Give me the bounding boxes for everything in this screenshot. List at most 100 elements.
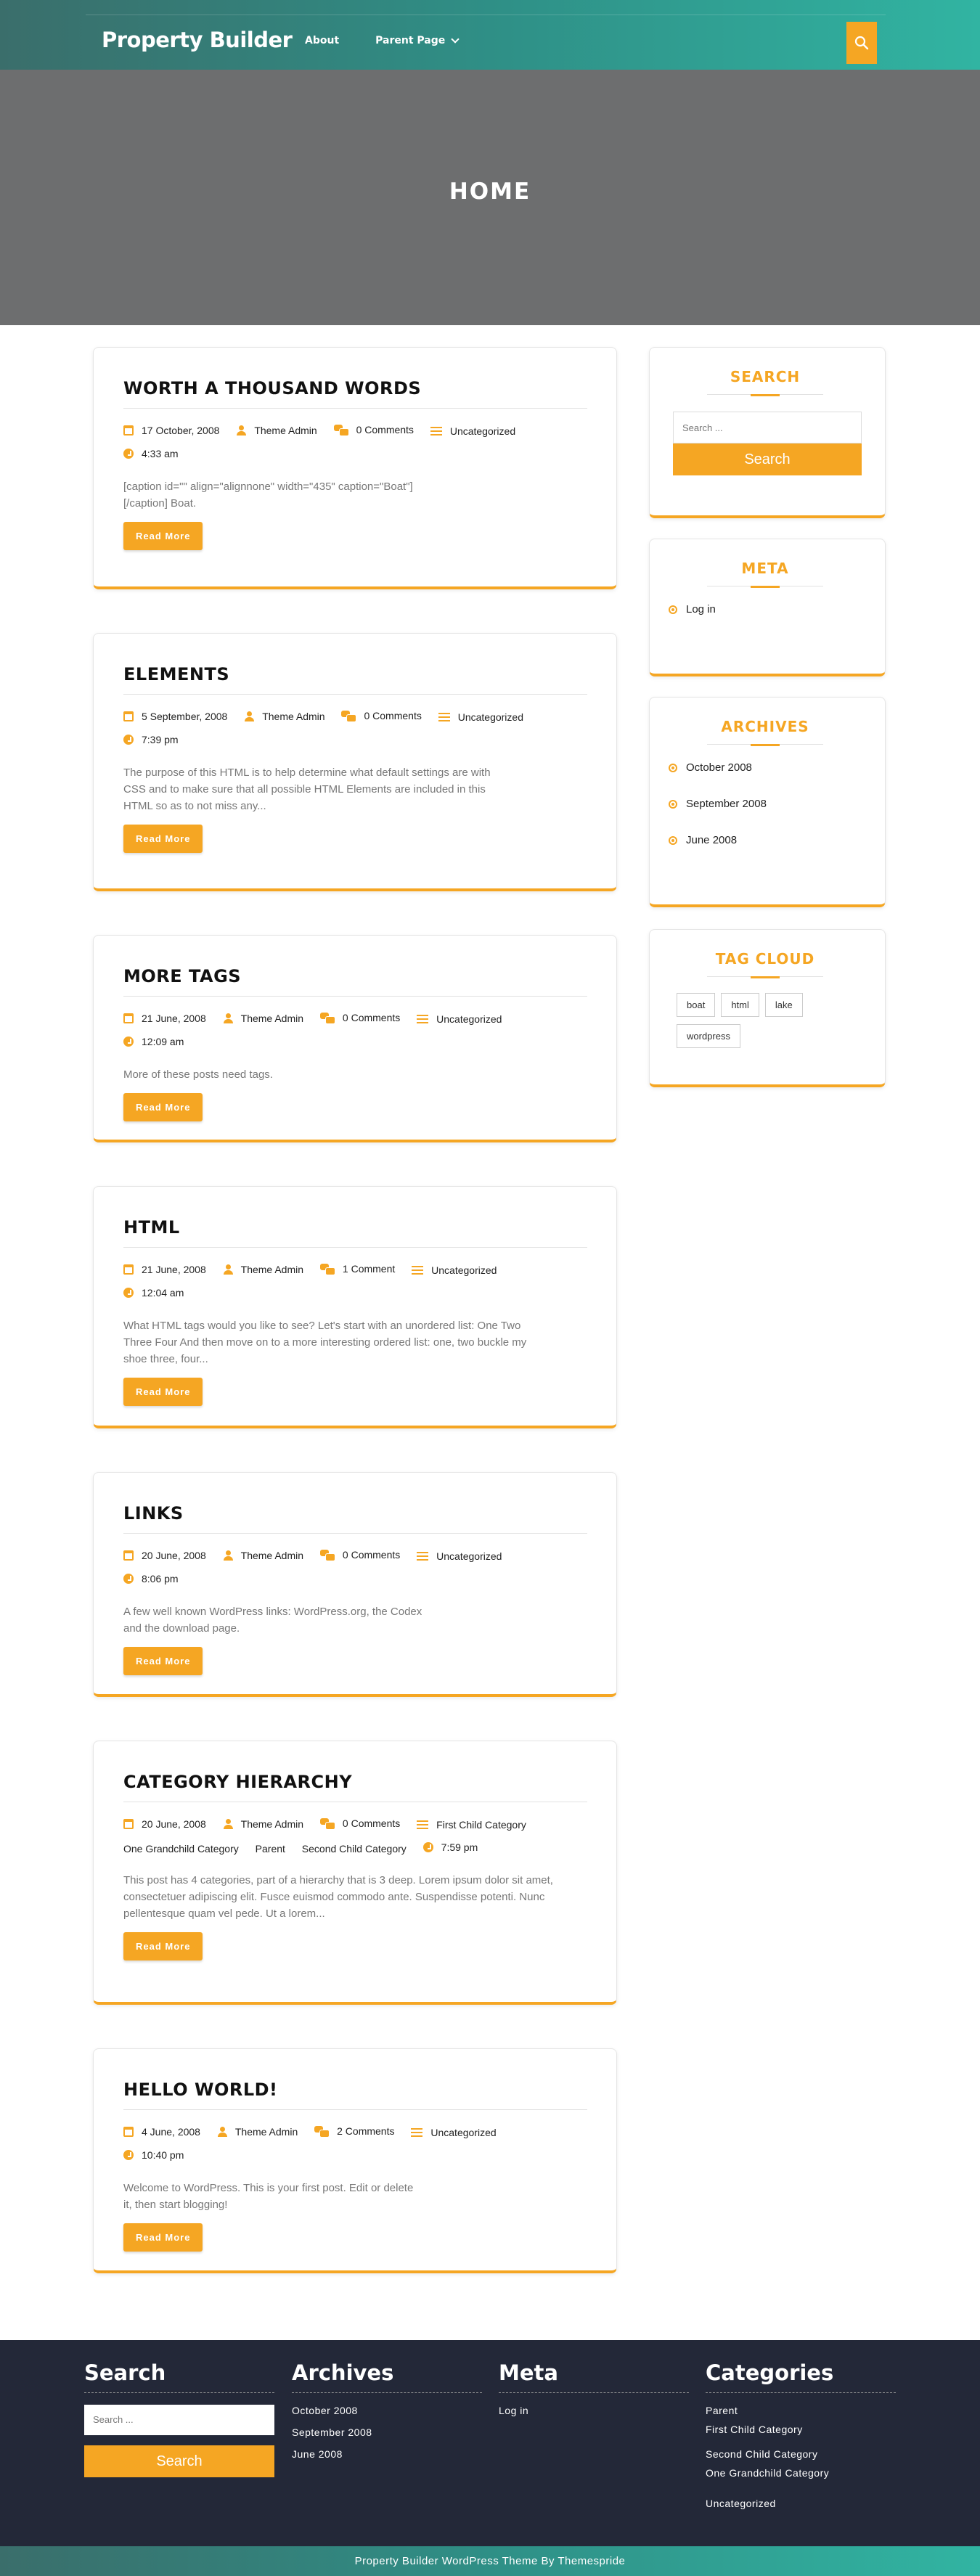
comments-icon — [319, 1263, 335, 1275]
post-comments[interactable]: 0 Comments — [343, 1812, 400, 1834]
post-date[interactable]: 17 October, 2008 — [142, 420, 219, 441]
category-link[interactable]: One Grandchild Category — [706, 2467, 829, 2479]
archive-link[interactable]: June 2008 — [686, 833, 737, 848]
sidebar-search-button[interactable]: Search — [673, 443, 862, 475]
post-excerpt: What HTML tags would you like to see? Le… — [123, 1319, 527, 1365]
sidebar-search-input[interactable]: Search ... — [673, 412, 862, 443]
post-comments[interactable]: 0 Comments — [364, 705, 421, 727]
post-author[interactable]: Theme Admin — [235, 2121, 298, 2143]
comments-icon — [319, 1549, 335, 1561]
post-category[interactable]: Uncategorized — [430, 2122, 496, 2143]
post-divider — [123, 408, 587, 409]
post-comments[interactable]: 0 Comments — [343, 1544, 400, 1566]
post-comments[interactable]: 1 Comment — [343, 1258, 395, 1280]
post-category[interactable]: One Grandchild Category — [123, 1838, 239, 1860]
calendar-icon — [123, 1264, 134, 1275]
post-author[interactable]: Theme Admin — [262, 706, 324, 727]
footer-search-button[interactable]: Search — [84, 2445, 274, 2477]
read-more-button[interactable]: Read More — [123, 521, 203, 550]
archive-link[interactable]: October 2008 — [686, 761, 752, 775]
comments-icon — [314, 2125, 330, 2138]
tag-cloud-widget: TAG CLOUD boat html lake wordpress — [649, 929, 886, 1087]
archives-widget: ARCHIVES October 2008 September 2008 Jun… — [649, 697, 886, 907]
post-meta: 17 October, 2008 Theme Admin 0 Comments … — [123, 419, 581, 466]
site-brand-link[interactable]: Property Builder — [102, 28, 293, 52]
post-date[interactable]: 21 June, 2008 — [142, 1259, 206, 1280]
archive-link[interactable]: September 2008 — [686, 797, 767, 811]
archive-link[interactable]: September 2008 — [292, 2426, 372, 2438]
post-card: LINKS 20 June, 2008 Theme Admin 0 Commen… — [93, 1472, 617, 1697]
post-category[interactable]: Uncategorized — [431, 1259, 497, 1281]
post-category[interactable]: Uncategorized — [458, 706, 523, 728]
post-author[interactable]: Theme Admin — [241, 1259, 303, 1280]
footer-widget-title: Archives — [292, 2360, 482, 2393]
post-comments[interactable]: 0 Comments — [356, 419, 414, 441]
category-link[interactable]: Second Child Category — [706, 2448, 817, 2460]
post-date[interactable]: 20 June, 2008 — [142, 1813, 206, 1835]
read-more-button[interactable]: Read More — [123, 2223, 203, 2252]
post-comments[interactable]: 0 Comments — [343, 1007, 400, 1029]
footer-search-input[interactable]: Search ... — [84, 2405, 274, 2435]
main-nav: About Parent Page — [305, 35, 460, 46]
tag-link[interactable]: html — [721, 993, 759, 1017]
user-icon — [244, 711, 255, 721]
nav-item-parent-page[interactable]: Parent Page — [375, 35, 460, 46]
widget-title: TAG CLOUD — [715, 950, 815, 968]
nav-item-about[interactable]: About — [305, 35, 339, 46]
category-link[interactable]: Uncategorized — [706, 2498, 776, 2509]
list-item: June 2008 — [669, 833, 862, 870]
post-title-link[interactable]: HTML — [123, 1217, 587, 1238]
post-date[interactable]: 4 June, 2008 — [142, 2121, 200, 2143]
archive-link[interactable]: June 2008 — [292, 2448, 343, 2460]
post-category[interactable]: Second Child Category — [302, 1838, 407, 1860]
read-more-button[interactable]: Read More — [123, 1377, 203, 1406]
post-title-link[interactable]: ELEMENTS — [123, 664, 587, 684]
post-category[interactable]: Uncategorized — [436, 1545, 502, 1567]
category-icon — [412, 1265, 424, 1275]
post-title-link[interactable]: HELLO WORLD! — [123, 2080, 587, 2100]
post-comments[interactable]: 2 Comments — [337, 2120, 394, 2142]
read-more-button[interactable]: Read More — [123, 1931, 203, 1960]
post-title-link[interactable]: LINKS — [123, 1503, 587, 1524]
read-more-button[interactable]: Read More — [123, 1646, 203, 1675]
archive-link[interactable]: October 2008 — [292, 2405, 358, 2416]
tag-link[interactable]: lake — [764, 993, 803, 1017]
post-title-link[interactable]: CATEGORY HIERARCHY — [123, 1772, 587, 1792]
post-meta: 21 June, 2008 Theme Admin 0 Comments Unc… — [123, 1007, 581, 1054]
category-icon — [417, 1014, 429, 1023]
page-hero: HOME — [0, 70, 980, 325]
post-date[interactable]: 21 June, 2008 — [142, 1007, 206, 1029]
meta-widget: META Log in — [649, 539, 886, 676]
header-search-button[interactable] — [846, 22, 877, 64]
read-more-button[interactable]: Read More — [123, 824, 203, 853]
post-author[interactable]: Theme Admin — [254, 420, 317, 441]
login-link[interactable]: Log in — [686, 602, 716, 617]
post-meta: 4 June, 2008 Theme Admin 2 Comments Unca… — [123, 2120, 581, 2167]
login-link[interactable]: Log in — [499, 2405, 528, 2416]
post-divider — [123, 694, 587, 695]
tag-list: boat html lake wordpress — [669, 993, 862, 1048]
post-author[interactable]: Theme Admin — [241, 1545, 303, 1566]
post-category[interactable]: Uncategorized — [450, 420, 515, 442]
post-category[interactable]: First Child Category — [436, 1814, 526, 1836]
tag-link[interactable]: wordpress — [677, 1024, 740, 1048]
post-author[interactable]: Theme Admin — [241, 1813, 303, 1835]
post-excerpt: A few well known WordPress links: WordPr… — [123, 1605, 422, 1635]
category-icon — [438, 712, 450, 721]
post-title-link[interactable]: WORTH A THOUSAND WORDS — [123, 378, 587, 398]
widget-divider — [707, 744, 823, 746]
category-link[interactable]: First Child Category — [706, 2424, 803, 2435]
tag-link[interactable]: boat — [677, 993, 716, 1017]
post-category[interactable]: Uncategorized — [436, 1008, 502, 1030]
user-icon — [223, 1818, 233, 1829]
read-more-button[interactable]: Read More — [123, 1092, 203, 1121]
post-date[interactable]: 5 September, 2008 — [142, 706, 227, 727]
post-title-link[interactable]: MORE TAGS — [123, 966, 587, 986]
footer-archives-list: October 2008 September 2008 June 2008 — [292, 2403, 482, 2469]
post-category[interactable]: Parent — [256, 1838, 285, 1860]
bullet-icon — [669, 800, 677, 809]
post-author[interactable]: Theme Admin — [241, 1007, 303, 1029]
post-date[interactable]: 20 June, 2008 — [142, 1545, 206, 1566]
category-link[interactable]: Parent — [706, 2405, 738, 2416]
post-excerpt: The purpose of this HTML is to help dete… — [123, 766, 491, 812]
